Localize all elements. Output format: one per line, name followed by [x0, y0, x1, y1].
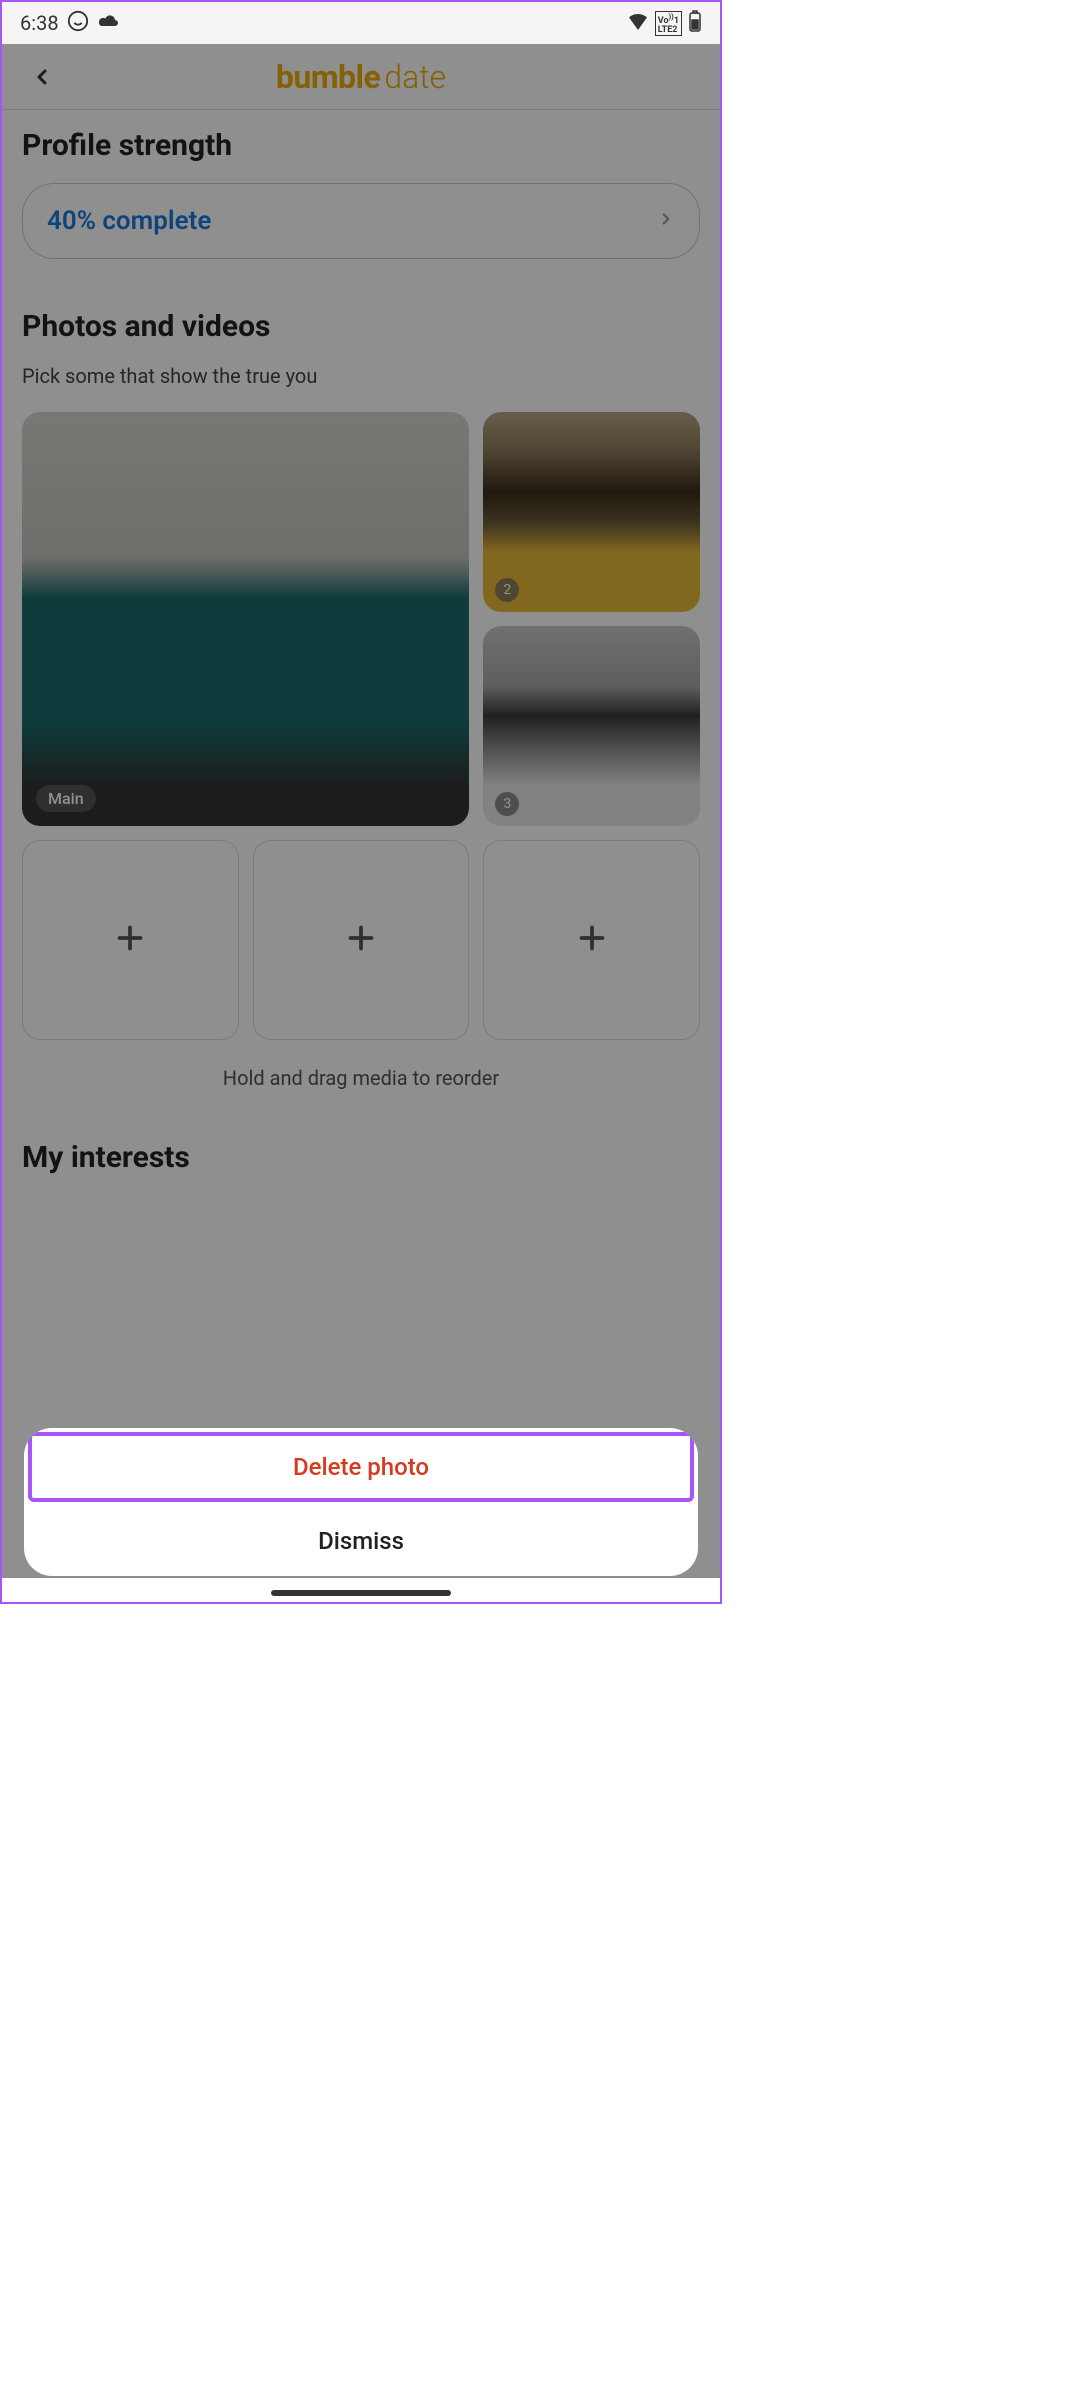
add-photo-slot-5[interactable]: [253, 840, 470, 1040]
nav-pill[interactable]: [271, 1590, 451, 1596]
status-bar: 6:38 Vo))1LTE2: [2, 2, 720, 44]
plus-icon: [112, 920, 148, 960]
whatsapp-icon: [67, 10, 89, 36]
photo-number-2: 2: [495, 578, 519, 602]
app-logo: bumble date: [276, 58, 446, 96]
profile-strength-card[interactable]: 40% complete: [22, 183, 700, 259]
status-time: 6:38: [20, 11, 59, 35]
delete-photo-button[interactable]: Delete photo: [28, 1432, 694, 1502]
logo-primary: bumble: [276, 58, 380, 96]
photo-slot-3[interactable]: 3: [483, 626, 700, 826]
chevron-right-icon: [657, 210, 675, 232]
add-photo-slot-4[interactable]: [22, 840, 239, 1040]
plus-icon: [574, 920, 610, 960]
main-badge: Main: [36, 785, 96, 812]
reorder-hint: Hold and drag media to reorder: [22, 1066, 700, 1090]
photos-subtitle: Pick some that show the true you: [22, 364, 700, 388]
logo-secondary: date: [384, 58, 446, 96]
plus-icon: [343, 920, 379, 960]
photo-number-3: 3: [495, 792, 519, 816]
photos-title: Photos and videos: [22, 309, 700, 344]
dismiss-button[interactable]: Dismiss: [24, 1506, 698, 1576]
add-photo-slot-6[interactable]: [483, 840, 700, 1040]
wifi-icon: [627, 12, 649, 34]
interests-title: My interests: [22, 1140, 700, 1175]
volte-icon: Vo))1LTE2: [655, 11, 682, 36]
photo-slot-main[interactable]: Main: [22, 412, 469, 826]
back-button[interactable]: [22, 57, 62, 97]
cloud-icon: [97, 12, 121, 34]
app-header: bumble date: [2, 44, 720, 110]
completion-text: 40% complete: [47, 206, 211, 236]
photo-slot-2[interactable]: 2: [483, 412, 700, 612]
profile-strength-title: Profile strength: [22, 128, 700, 163]
battery-icon: [688, 10, 702, 36]
action-sheet: Delete photo Dismiss: [24, 1428, 698, 1576]
